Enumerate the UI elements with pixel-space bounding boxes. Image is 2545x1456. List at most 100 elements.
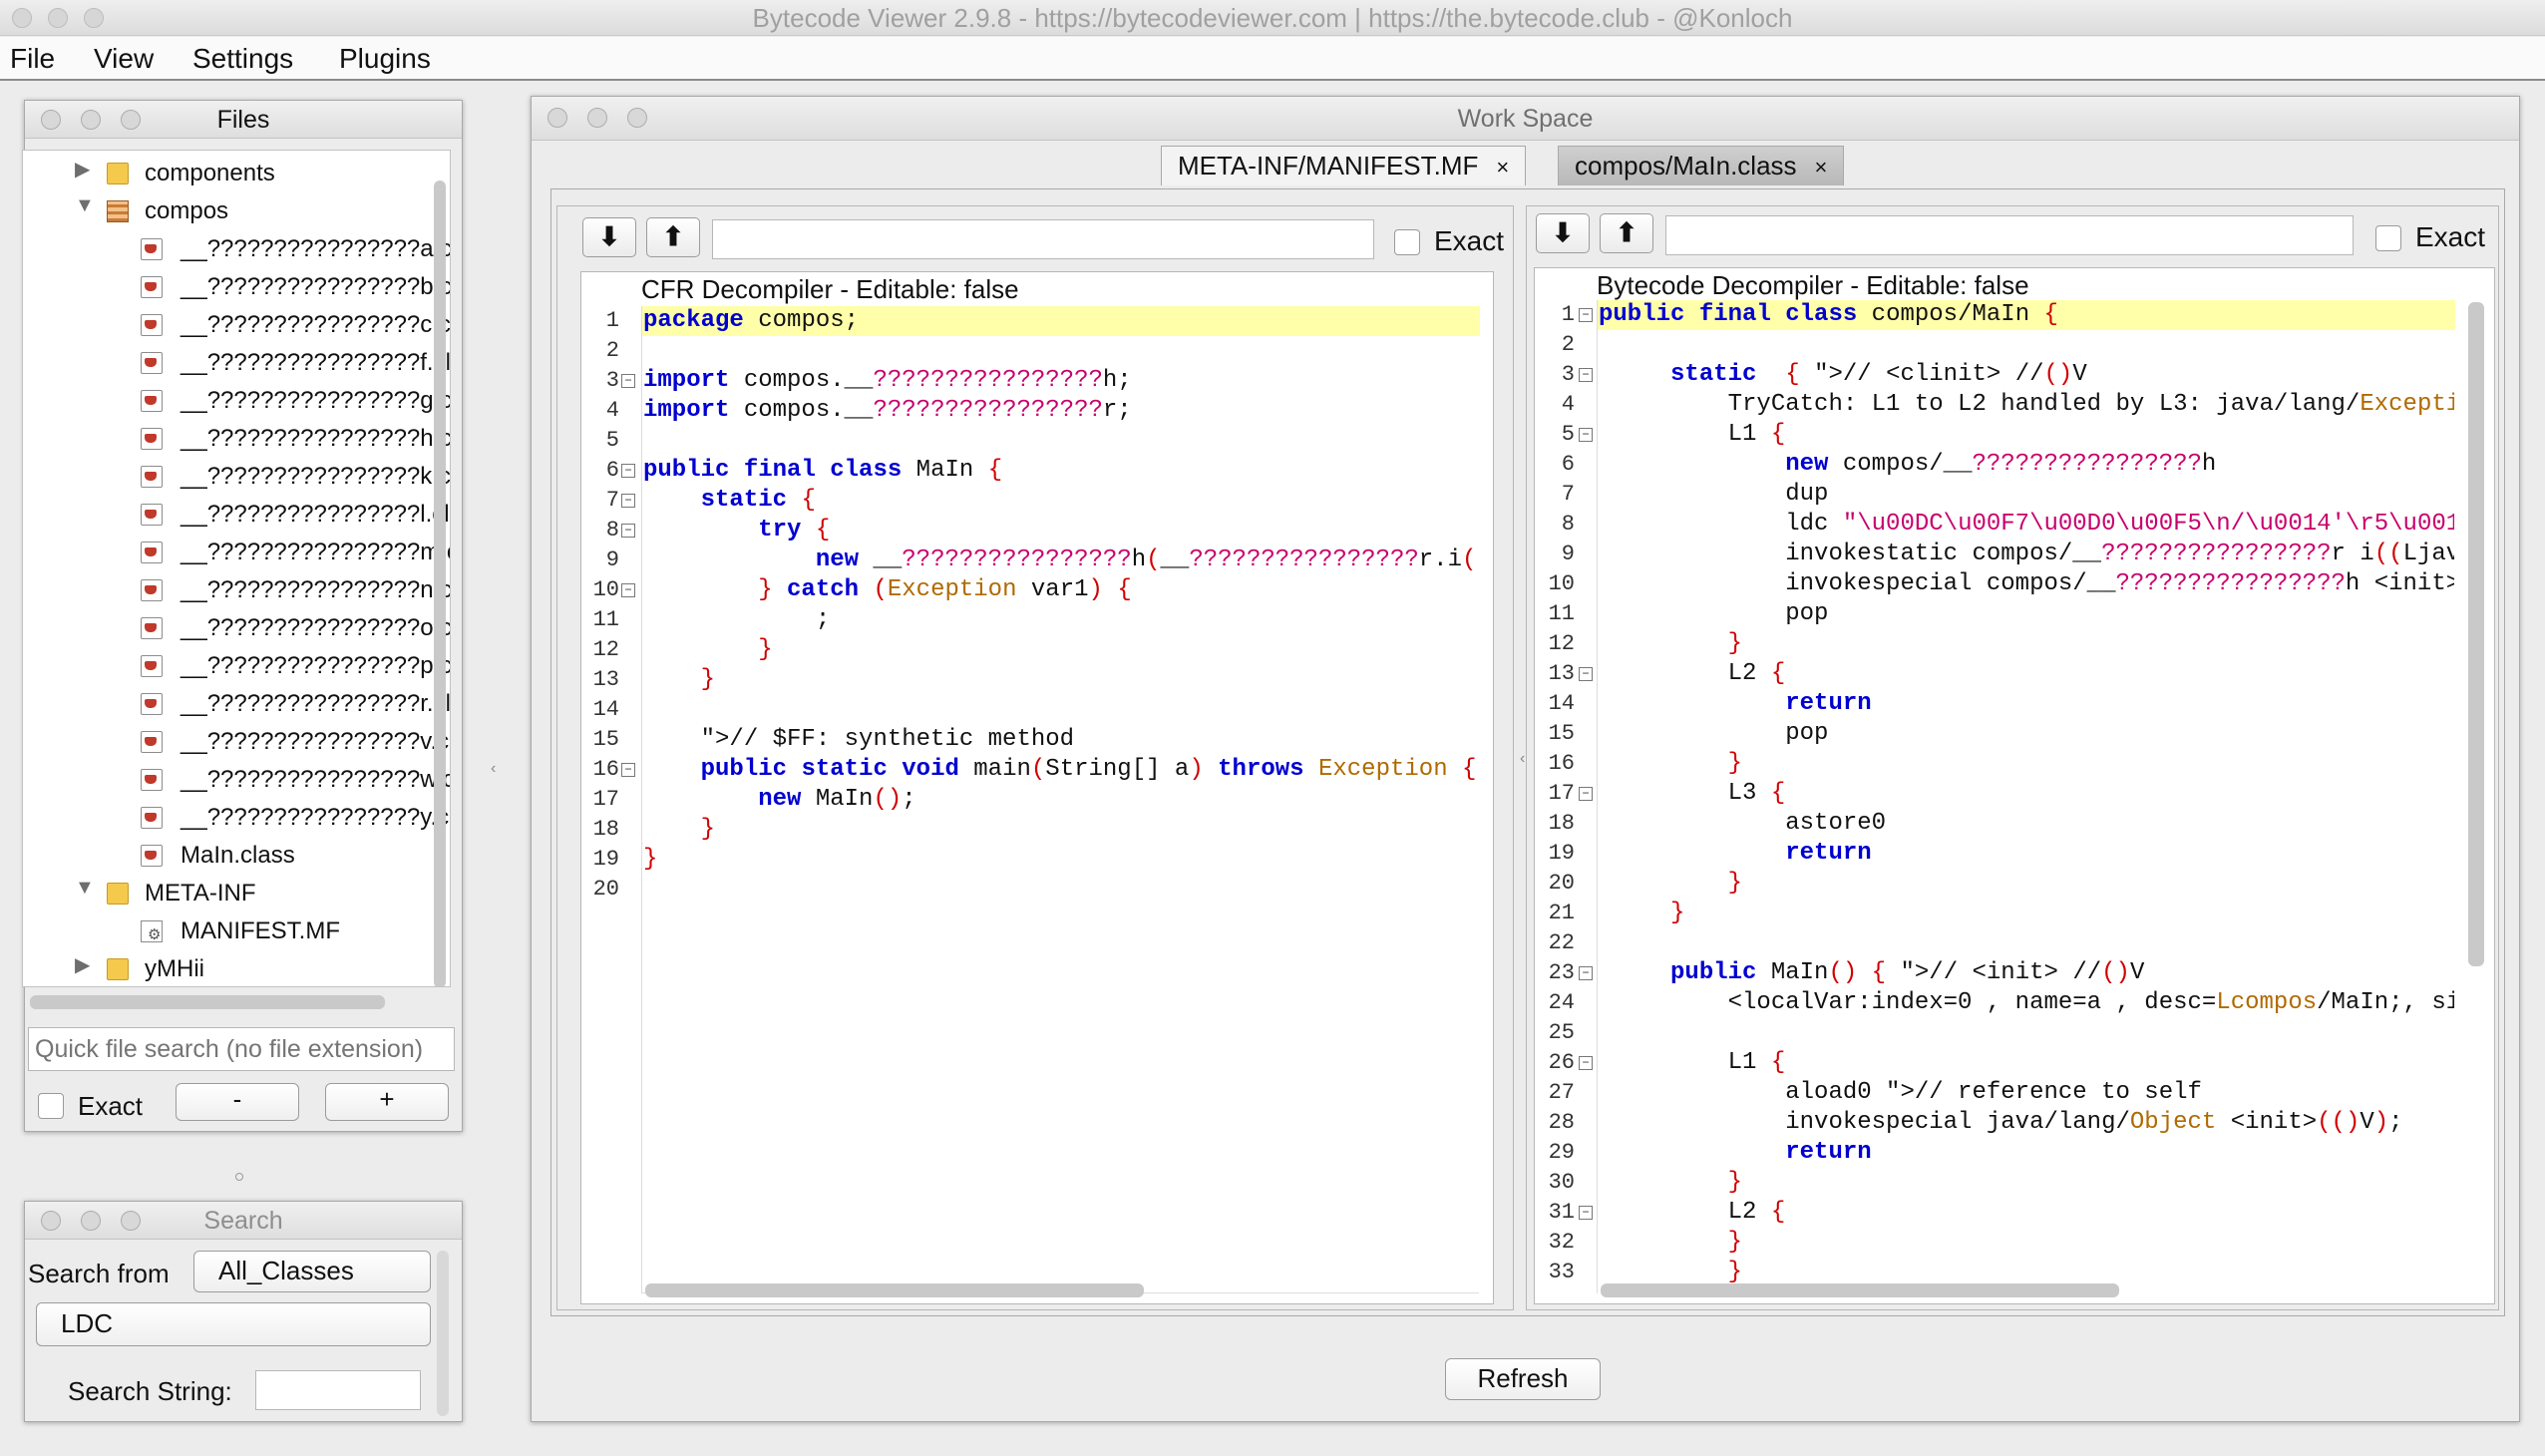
fold-toggle-icon[interactable]: − [1579,787,1593,801]
file-tree-item[interactable]: __????????????????k.cla [23,460,450,496]
quick-file-search-input[interactable] [28,1027,455,1071]
file-tree-item[interactable]: __????????????????o.cla [23,611,450,647]
file-tree-item[interactable]: ▶ components [23,157,432,192]
fold-toggle-icon[interactable]: − [1579,428,1593,442]
line-number: 3 [1561,362,1575,387]
panel-splitter-handle[interactable] [235,1173,243,1181]
tab-manifest[interactable]: META-INF/MANIFEST.MF × [1161,146,1527,185]
expanded-arrow-icon[interactable]: ▼ [75,877,95,900]
file-tree-item[interactable]: __????????????????n.cla [23,573,450,609]
bytecode-code-view[interactable]: Bytecode Decompiler - Editable: false 12… [1534,267,2495,1304]
search-string-input[interactable] [255,1370,421,1410]
search-mode-select[interactable]: LDC [36,1302,431,1346]
line-number: 1 [605,308,619,333]
fold-toggle-icon[interactable]: − [621,464,635,478]
code-line: TryCatch: L1 to L2 handled by L3: java/l… [1599,391,2454,418]
bytecode-vertical-scrollbar[interactable] [2468,302,2484,966]
code-line: new compos/__????????????????h [1785,451,2217,478]
fold-toggle-icon[interactable]: − [1579,1206,1593,1220]
fold-toggle-icon[interactable]: − [1579,368,1593,382]
code-line: aload0 ">// reference to self [1599,1079,2202,1106]
file-tree-vertical-scrollbar[interactable] [434,181,446,986]
bytecode-search-input[interactable] [1665,215,2354,255]
file-tree-item[interactable]: __????????????????c.cla [23,308,450,344]
menu-plugins[interactable]: Plugins [339,43,431,75]
file-tree-item[interactable]: __????????????????h.cla [23,422,450,458]
expand-button[interactable]: + [325,1083,449,1121]
file-tree[interactable]: ▶ components ▼ compos __????????????????a.cl… [22,150,451,987]
fold-toggle-icon[interactable]: − [621,763,635,777]
file-tree-item-label: __????????????????b.cla [181,273,451,300]
files-exact-checkbox[interactable] [38,1093,64,1119]
file-tree-item[interactable]: __????????????????w.cl [23,763,450,799]
line-number: 24 [1548,990,1575,1015]
refresh-button[interactable]: Refresh [1445,1358,1601,1400]
file-tree-item[interactable]: ▶ yMHii [23,952,432,986]
file-tree-item-label: yMHii [145,955,204,982]
fold-toggle-icon[interactable]: − [1579,966,1593,980]
file-tree-item[interactable]: MaIn.class [23,839,432,875]
file-tree-item[interactable]: __????????????????b.cla [23,270,450,306]
menu-view[interactable]: View [94,43,154,75]
bytecode-download-button[interactable]: ⬇ [1536,213,1590,253]
file-tree-item[interactable]: MANIFEST.MF [23,914,432,950]
bytecode-horizontal-scrollbar[interactable] [1601,1283,2119,1297]
fold-toggle-icon[interactable]: − [1579,1056,1593,1070]
file-tree-item[interactable]: __????????????????l.cla [23,498,450,534]
collapse-button[interactable]: - [176,1083,299,1121]
file-tree-item-label: MaIn.class [181,842,295,869]
tab-main-class[interactable]: compos/MaIn.class × [1558,146,1845,185]
search-from-select[interactable]: All_Classes [193,1251,431,1292]
fold-toggle-icon[interactable]: − [621,583,635,597]
file-tree-item[interactable]: __????????????????p.cla [23,649,450,685]
code-line: } [1670,900,1685,926]
file-tree-item[interactable]: ▼ META-INF [23,877,432,912]
cfr-download-button[interactable]: ⬇ [582,217,636,257]
file-tree-item[interactable]: __????????????????r.cla [23,687,450,723]
bytecode-exact-checkbox[interactable] [2375,225,2401,251]
code-line: new __????????????????h(__??????????????… [815,546,1479,573]
file-tree-item[interactable]: ▼ compos [23,194,432,230]
fold-toggle-icon[interactable]: − [621,374,635,388]
code-line: try { [758,517,831,544]
splitter-arrow-icon[interactable]: ‹ [491,760,496,778]
line-number: 20 [1548,871,1575,896]
fold-toggle-icon[interactable]: − [1579,667,1593,681]
code-line: } [1727,1169,1743,1196]
fold-toggle-icon[interactable]: − [1579,308,1593,322]
line-number: 8 [605,518,619,543]
search-panel-scrollbar[interactable] [437,1251,449,1416]
fold-toggle-icon[interactable]: − [621,524,635,538]
line-number: 12 [592,637,619,662]
menu-settings[interactable]: Settings [192,43,293,75]
file-tree-item[interactable]: __????????????????v.cla [23,725,450,761]
cfr-code-view[interactable]: CFR Decompiler - Editable: false 1234567… [580,271,1494,1304]
tab-main-class-close-icon[interactable]: × [1815,155,1828,180]
file-tree-item[interactable]: __????????????????f.cla [23,346,450,382]
menu-file[interactable]: File [10,43,55,75]
cfr-search-input[interactable] [712,219,1374,259]
line-number: 12 [1548,631,1575,656]
file-tree-item[interactable]: __????????????????a.cla [23,232,450,268]
expanded-arrow-icon[interactable]: ▼ [75,194,95,217]
file-tree-item[interactable]: __????????????????m.cl [23,536,450,571]
collapsed-arrow-icon[interactable]: ▶ [75,157,90,182]
class-file-icon [141,807,163,829]
search-from-label: Search from [28,1259,170,1288]
folder-icon [107,958,129,980]
file-tree-item[interactable]: __????????????????y.cla [23,801,450,837]
title-bar: Bytecode Viewer 2.9.8 - https://bytecode… [0,0,2545,36]
collapsed-arrow-icon[interactable]: ▶ [75,952,90,977]
cfr-horizontal-scrollbar[interactable] [645,1283,1144,1297]
bytecode-code: public final class compos/MaIn { static … [1599,300,2454,1287]
line-number: 9 [605,547,619,572]
file-tree-item-label: __????????????????l.cla [181,501,451,528]
file-tree-item[interactable]: __????????????????g.cla [23,384,450,420]
fold-toggle-icon[interactable]: − [621,494,635,508]
bytecode-upload-button[interactable]: ⬆ [1600,213,1653,253]
cfr-exact-checkbox[interactable] [1394,229,1420,255]
tab-manifest-close-icon[interactable]: × [1496,155,1509,180]
pane-splitter-icon[interactable]: ‹ [1520,750,1525,768]
cfr-upload-button[interactable]: ⬆ [646,217,700,257]
file-tree-horizontal-scrollbar[interactable] [30,995,385,1009]
